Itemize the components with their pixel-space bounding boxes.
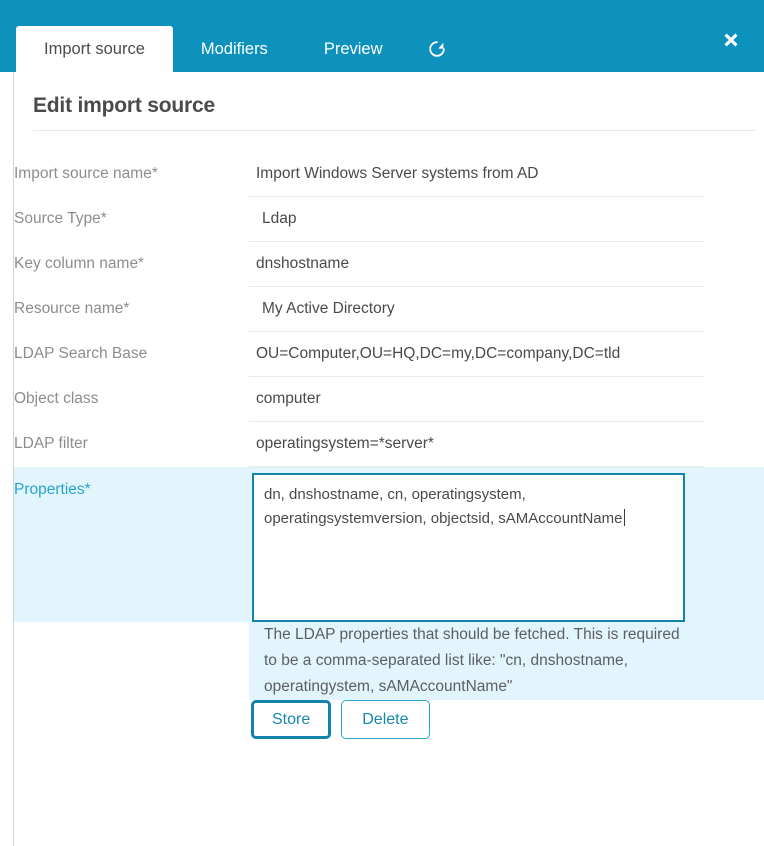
label-import-source-name: Import source name* xyxy=(14,165,158,182)
label-key-column-name: Key column name* xyxy=(14,254,145,272)
label-ldap-search-base: LDAP Search Base xyxy=(14,344,148,362)
properties-textarea-wrap: dn, dnshostname, cn, operatingsystem, op… xyxy=(249,467,704,622)
text-cursor xyxy=(623,509,625,526)
form-row-actions: Store Delete xyxy=(14,700,764,740)
help-spacer xyxy=(14,622,249,700)
tab-import-source[interactable]: Import source xyxy=(16,26,173,72)
tab-import-source-label: Import source xyxy=(44,40,145,58)
dialog-body: Edit import source Import source name* I… xyxy=(13,72,764,846)
label-object-class: Object class xyxy=(14,389,99,407)
properties-help-cell: The LDAP properties that should be fetch… xyxy=(249,622,704,700)
properties-textarea[interactable]: dn, dnshostname, cn, operatingsystem, op… xyxy=(252,473,685,622)
row-spacer xyxy=(704,422,764,467)
delete-button[interactable]: Delete xyxy=(341,700,430,740)
value-resource-name: My Active Directory xyxy=(262,300,395,317)
value-source-type: Ldap xyxy=(262,210,297,227)
dialog-header: Import source Modifiers Preview xyxy=(0,0,764,72)
row-spacer xyxy=(704,332,764,377)
form-row-properties: Properties* dn, dnshostname, cn, operati… xyxy=(14,466,764,622)
title-divider xyxy=(33,130,755,131)
form-row-ldap-filter: LDAP filter operatingsystem=*server* xyxy=(14,421,764,467)
field-ldap-search-base[interactable]: OU=Computer,OU=HQ,DC=my,DC=company,DC=tl… xyxy=(249,331,704,377)
row-spacer xyxy=(704,242,764,287)
import-source-form: Import source name* Import Windows Serve… xyxy=(14,152,764,740)
label-ldap-filter: LDAP filter xyxy=(14,434,88,452)
close-button[interactable] xyxy=(718,27,744,53)
value-ldap-search-base: OU=Computer,OU=HQ,DC=my,DC=company,DC=tl… xyxy=(256,345,621,362)
field-key-column-name[interactable]: dnshostname xyxy=(249,241,704,287)
label-source-type: Source Type* xyxy=(14,209,107,227)
form-row-ldap-search-base: LDAP Search Base OU=Computer,OU=HQ,DC=my… xyxy=(14,331,764,377)
field-ldap-filter[interactable]: operatingsystem=*server* xyxy=(249,421,704,467)
row-spacer xyxy=(704,700,764,739)
row-spacer xyxy=(704,466,764,622)
row-spacer xyxy=(704,197,764,242)
field-resource-name[interactable]: My Active Directory xyxy=(249,286,704,332)
properties-help-text: The LDAP properties that should be fetch… xyxy=(264,626,680,695)
row-spacer xyxy=(704,287,764,332)
field-import-source-name[interactable]: Import Windows Server systems from AD xyxy=(249,152,704,197)
form-row-source-type: Source Type* Ldap xyxy=(14,196,764,242)
tab-strip: Import source Modifiers Preview xyxy=(0,0,463,72)
form-row-object-class: Object class computer xyxy=(14,376,764,422)
import-source-dialog: Import source Modifiers Preview Edit imp… xyxy=(0,0,764,846)
label-resource-name: Resource name* xyxy=(14,299,130,317)
refresh-button[interactable] xyxy=(411,26,463,72)
actions-spacer xyxy=(14,700,249,739)
value-ldap-filter: operatingsystem=*server* xyxy=(256,435,434,452)
row-spacer xyxy=(704,377,764,422)
action-buttons: Store Delete xyxy=(249,700,704,740)
value-key-column-name: dnshostname xyxy=(256,255,350,272)
tab-preview-label: Preview xyxy=(323,40,383,58)
form-row-key-column-name: Key column name* dnshostname xyxy=(14,241,764,287)
properties-textarea-value: dn, dnshostname, cn, operatingsystem, op… xyxy=(264,486,623,527)
tab-preview[interactable]: Preview xyxy=(296,26,411,72)
tab-modifiers-label: Modifiers xyxy=(200,40,268,58)
value-import-source-name: Import Windows Server systems from AD xyxy=(256,165,539,182)
form-row-import-source-name: Import source name* Import Windows Serve… xyxy=(14,152,764,197)
label-properties: Properties* xyxy=(14,466,249,622)
value-object-class: computer xyxy=(256,390,321,407)
row-spacer xyxy=(704,622,764,700)
refresh-icon xyxy=(427,39,447,59)
form-row-properties-help: The LDAP properties that should be fetch… xyxy=(14,622,764,700)
row-spacer xyxy=(704,152,764,197)
field-object-class[interactable]: computer xyxy=(249,376,704,422)
action-buttons-cell: Store Delete xyxy=(249,700,704,740)
form-row-resource-name: Resource name* My Active Directory xyxy=(14,286,764,332)
field-source-type[interactable]: Ldap xyxy=(249,196,704,242)
tab-modifiers[interactable]: Modifiers xyxy=(173,26,296,72)
field-properties[interactable]: dn, dnshostname, cn, operatingsystem, op… xyxy=(249,466,704,622)
close-icon xyxy=(721,30,741,50)
store-button[interactable]: Store xyxy=(251,700,332,740)
page-title: Edit import source xyxy=(33,94,215,117)
